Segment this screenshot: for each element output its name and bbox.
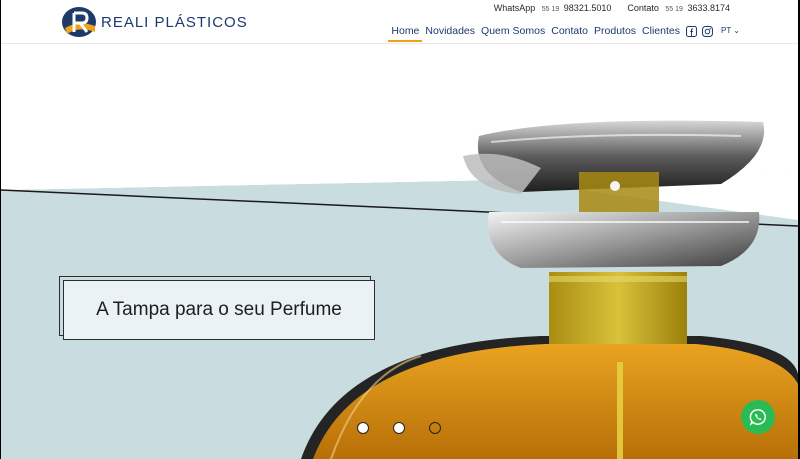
whatsapp-number: 98321.5010 (563, 3, 612, 13)
slide-dot-2[interactable] (393, 422, 405, 434)
main-nav: Home Novidades Quem Somos Contato Produt… (388, 24, 740, 44)
banner-box: A Tampa para o seu Perfume (63, 280, 375, 340)
nav-clientes[interactable]: Clientes (639, 24, 683, 44)
logo-mark-icon (62, 7, 96, 37)
contact-prefix: 55 19 (665, 6, 683, 13)
hero-background (1, 44, 798, 459)
slide-dot-1[interactable] (357, 422, 369, 434)
whatsapp-label: WhatsApp (493, 3, 536, 13)
contact-line: WhatsApp 55 19 98321.5010 Contato 55 19 … (494, 3, 730, 13)
brand-name: REALI PLÁSTICOS (101, 13, 248, 31)
whatsapp-icon (749, 409, 766, 426)
phone-contact[interactable]: Contato 55 19 3633.8174 (627, 3, 730, 13)
whatsapp-button[interactable] (741, 400, 775, 434)
facebook-icon[interactable] (686, 25, 697, 37)
hero-headline: A Tampa para o seu Perfume (96, 299, 342, 320)
site-header: REALI PLÁSTICOS WhatsApp 55 19 98321.501… (1, 0, 798, 44)
hero-banner: A Tampa para o seu Perfume (59, 276, 375, 340)
hero-slider: A Tampa para o seu Perfume (1, 44, 798, 459)
language-value: PT (720, 26, 732, 35)
contact-label: Contato (627, 3, 659, 13)
nav-produtos[interactable]: Produtos (591, 24, 639, 44)
social-links (686, 24, 713, 44)
whatsapp-prefix: 55 19 (541, 6, 560, 13)
contact-number: 3633.8174 (687, 3, 730, 13)
nav-quem-somos[interactable]: Quem Somos (478, 24, 548, 44)
whatsapp-contact[interactable]: WhatsApp 55 19 98321.5010 (494, 3, 612, 13)
nav-novidades[interactable]: Novidades (422, 24, 478, 44)
instagram-icon[interactable] (702, 25, 713, 37)
nav-home[interactable]: Home (388, 24, 423, 44)
slider-dots (357, 422, 441, 434)
logo[interactable]: REALI PLÁSTICOS (61, 6, 251, 38)
nav-contato[interactable]: Contato (548, 24, 591, 44)
chevron-down-icon: ⌄ (733, 26, 740, 35)
slide-dot-3[interactable] (429, 422, 441, 434)
language-select[interactable]: PT ⌄ (721, 24, 740, 44)
page: REALI PLÁSTICOS WhatsApp 55 19 98321.501… (1, 0, 798, 459)
